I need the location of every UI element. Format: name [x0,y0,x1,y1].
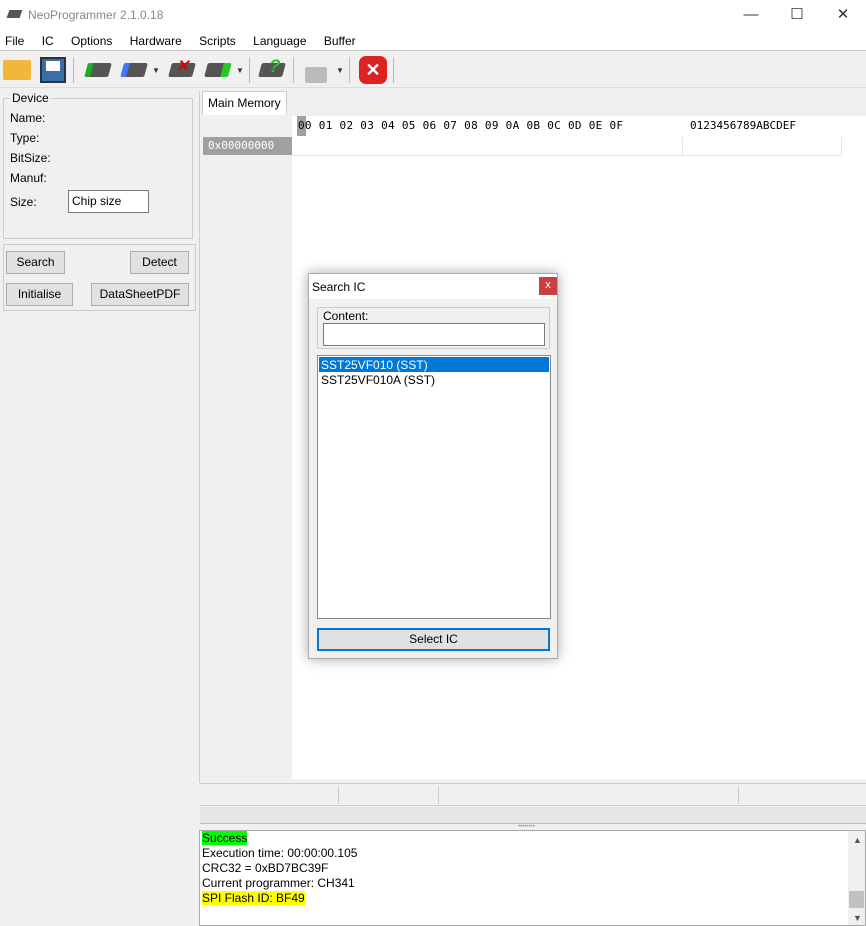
log-line: Current programmer: CH341 [202,876,355,890]
device-panel: Device Name: Type: BitSize: Manuf: Size:… [3,91,196,311]
log-line-flash-id: SPI Flash ID: BF49 [202,891,305,905]
manuf-label: Manuf: [10,171,47,185]
erase-chip-icon[interactable]: ✕ [166,55,198,85]
results-list[interactable]: SST25VF010 (SST) SST25VF010A (SST) [317,355,551,619]
datasheet-button[interactable]: DataSheetPDF [91,283,189,306]
initialise-button[interactable]: Initialise [6,283,73,306]
log-scrollbar[interactable]: ▲ ▼ [848,831,865,925]
scroll-down-icon[interactable]: ▼ [851,911,862,926]
menu-hardware[interactable]: Hardware [125,31,182,48]
list-item[interactable]: SST25VF010A (SST) [319,373,549,388]
size-label: Size: [10,195,37,209]
title-bar: NeoProgrammer 2.1.0.18 — ☐ ✕ [0,0,866,31]
tab-main-memory[interactable]: Main Memory [202,91,287,115]
dialog-close-button[interactable]: x [539,277,557,295]
list-item-selected[interactable]: SST25VF010 (SST) [319,357,549,372]
dialog-title-bar: Search IC x [309,274,557,299]
log-panel[interactable]: Success Execution time: 00:00:00.105 CRC… [199,830,866,926]
open-folder-icon[interactable] [1,55,33,85]
ascii-column-header: 0123456789ABCDEF [690,119,796,132]
app-icon [6,10,23,18]
name-label: Name: [10,111,46,125]
menu-file[interactable]: File [0,31,24,48]
verify-dropdown-icon[interactable]: ▼ [236,66,244,75]
bitsize-label: BitSize: [10,151,51,165]
stop-icon[interactable]: ✕ [357,55,389,85]
scroll-thumb[interactable] [849,891,864,908]
detect-chip-icon[interactable]: ? [256,55,288,85]
menu-buffer[interactable]: Buffer [319,31,356,48]
lock-icon[interactable] [300,55,332,85]
menu-bar: File IC Options Hardware Scripts Languag… [0,31,866,51]
select-ic-button[interactable]: Select IC [317,628,550,651]
search-ic-dialog: Search IC x Content: SST25VF010 (SST) SS… [308,273,558,659]
write-chip-icon[interactable] [118,55,150,85]
save-icon[interactable] [37,55,69,85]
minimize-button[interactable]: — [728,0,774,31]
window-title: NeoProgrammer 2.1.0.18 [28,8,164,22]
verify-chip-icon[interactable] [202,55,234,85]
address-column [203,116,292,779]
menu-options[interactable]: Options [66,31,112,48]
menu-scripts[interactable]: Scripts [194,31,236,48]
menu-language[interactable]: Language [248,31,306,48]
type-label: Type: [10,131,40,145]
log-line: Execution time: 00:00:00.105 [202,846,358,860]
hex-column-header: 00 01 02 03 04 05 06 07 08 09 0A 0B 0C 0… [298,119,624,132]
close-button[interactable]: ✕ [820,0,866,31]
search-button[interactable]: Search [6,251,65,274]
scroll-up-icon[interactable]: ▲ [851,833,862,848]
toolbar: ▼ ✕ ▼ ? ▼ ✕ [0,52,866,88]
address-row-0: 0x00000000 [203,137,292,155]
read-chip-icon[interactable] [82,55,114,85]
lock-dropdown-icon[interactable]: ▼ [336,66,344,75]
device-legend: Device [12,91,49,105]
dialog-title: Search IC [312,280,366,294]
content-input[interactable] [323,323,545,346]
log-line: CRC32 = 0xBD7BC39F [202,861,329,875]
maximize-button[interactable]: ☐ [774,0,820,31]
menu-ic[interactable]: IC [37,31,54,48]
log-line-success: Success [202,831,248,845]
content-label: Content: [323,309,369,323]
progress-bar [200,807,866,824]
write-dropdown-icon[interactable]: ▼ [152,66,160,75]
size-field[interactable]: Chip size [68,190,149,213]
status-bar [200,783,866,806]
detect-button[interactable]: Detect [130,251,189,274]
